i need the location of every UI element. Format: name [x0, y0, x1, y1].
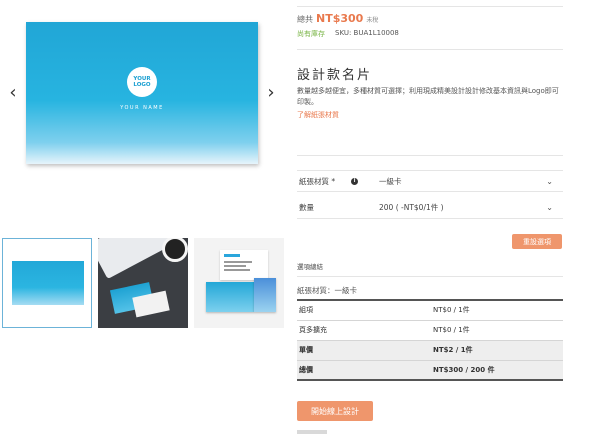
- card-front-preview: [206, 282, 254, 312]
- paper-option-row: 紙張材質 * i 一級卡 ⌄: [297, 170, 563, 192]
- chevron-down-icon: ⌄: [546, 176, 553, 186]
- product-panel: 總共 NT$300 未稅 尚有庫存 SKU: BUA1L10008 設計款名片 …: [297, 0, 563, 434]
- table-row: 總價 NT$300 / 200 件: [297, 360, 563, 381]
- quantity-option-row: 數量 200 ( -NT$0/1件 ) ⌄: [297, 197, 563, 219]
- start-design-button[interactable]: 開始線上設計: [297, 401, 373, 421]
- text-line: [224, 269, 250, 271]
- name-line: [224, 254, 240, 257]
- stock-status: 尚有庫存: [297, 30, 325, 38]
- row-value: NT$2 / 1件: [433, 340, 563, 361]
- cut-off-text: [297, 430, 327, 434]
- paper-selected-value: 一級卡: [379, 176, 402, 186]
- summary-heading: 選項總結: [297, 263, 323, 271]
- row-value: NT$300 / 200 件: [433, 360, 563, 381]
- paper-summary: 紙張材質：一級卡: [297, 286, 357, 295]
- price-prefix: 總共: [297, 15, 313, 24]
- card-back-preview: [220, 250, 268, 280]
- card-vertical-preview: [254, 278, 276, 312]
- product-title: 設計款名片: [297, 68, 373, 83]
- quantity-selected-value: 200 ( -NT$0/1件 ): [379, 203, 444, 212]
- quantity-option-label: 數量: [297, 202, 379, 213]
- price-line: 總共 NT$300 未稅: [297, 12, 378, 25]
- table-row: 組項 NT$0 / 1件: [297, 299, 563, 321]
- divider: [297, 276, 563, 277]
- chevron-down-icon: ⌄: [546, 203, 553, 212]
- row-label: 總價: [297, 360, 433, 381]
- divider: [297, 6, 563, 7]
- sku: SKU: BUA1L10008: [335, 29, 399, 37]
- row-value: NT$0 / 1件: [433, 320, 563, 341]
- text-line: [224, 265, 246, 267]
- main-product-image: YOUR LOGO YOUR NAME: [26, 22, 258, 164]
- card-preview: [12, 261, 84, 305]
- table-row: 頁多擴充 NT$0 / 1件: [297, 320, 563, 341]
- quantity-select[interactable]: 200 ( -NT$0/1件 ) ⌄: [379, 202, 563, 213]
- thumbnail-front[interactable]: [2, 238, 92, 328]
- product-description: 數量越多越便宜，多種材質可選擇；利用現成精美設計設計修改基本資訊與Logo即可印…: [297, 87, 559, 106]
- text-line: [224, 261, 252, 263]
- divider: [297, 49, 563, 50]
- thumbnail-desk[interactable]: [98, 238, 188, 328]
- paper-info-link[interactable]: 了解紙張材質: [297, 110, 339, 120]
- quantity-label-text: 數量: [299, 203, 314, 212]
- divider: [297, 155, 563, 156]
- table-row: 單價 NT$2 / 1件: [297, 340, 563, 361]
- coffee-cup-shape: [162, 238, 188, 262]
- row-label: 單價: [297, 340, 433, 361]
- next-image-arrow[interactable]: ›: [264, 82, 278, 103]
- total-price: NT$300: [316, 12, 364, 25]
- thumbnail-mockup[interactable]: [194, 238, 284, 328]
- prev-image-arrow[interactable]: ‹: [6, 82, 20, 103]
- paper-label-text: 紙張材質 *: [299, 176, 336, 186]
- name-placeholder: YOUR NAME: [120, 105, 164, 111]
- logo-placeholder: YOUR LOGO: [127, 67, 157, 97]
- paper-select[interactable]: 一級卡 ⌄: [379, 176, 563, 187]
- thumbnail-strip: [2, 238, 286, 330]
- tax-note: 未稅: [366, 17, 379, 24]
- row-label: 頁多擴充: [297, 320, 433, 341]
- row-value: NT$0 / 1件: [433, 299, 563, 321]
- row-label: 組項: [297, 299, 433, 321]
- stock-line: 尚有庫存 SKU: BUA1L10008: [297, 29, 399, 39]
- info-icon[interactable]: i: [351, 177, 359, 185]
- price-breakdown-table: 組項 NT$0 / 1件 頁多擴充 NT$0 / 1件 單價 NT$2 / 1件…: [297, 299, 563, 381]
- paper-option-label: 紙張材質 * i: [297, 176, 379, 187]
- reset-options-button[interactable]: 重設選項: [512, 234, 562, 249]
